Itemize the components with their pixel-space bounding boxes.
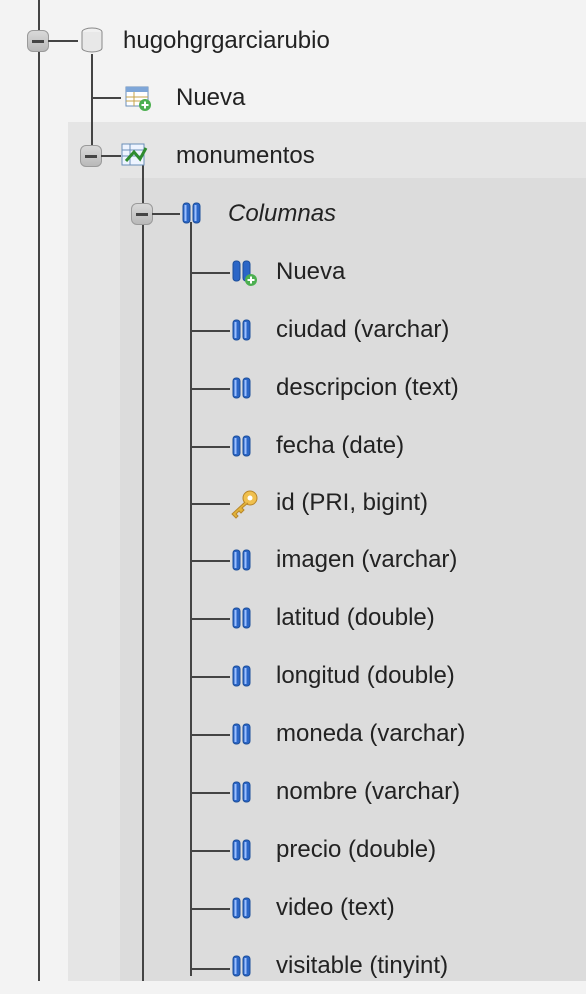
column-label: id (PRI, bigint)	[276, 489, 429, 516]
column-label: fecha (date)	[276, 432, 405, 459]
column-label: latitud (double)	[276, 604, 435, 631]
column-label: precio (double)	[276, 836, 437, 863]
tree-line-col-11	[190, 908, 230, 910]
new-table-label: Nueva	[176, 84, 246, 111]
tree-item-column-nombre[interactable]: nombre (varchar)	[276, 764, 586, 820]
tree-line-columns	[190, 222, 192, 976]
tree-item-column-fecha[interactable]: fecha (date)	[276, 418, 586, 474]
tree-line-root	[38, 0, 40, 981]
column-icon	[230, 721, 256, 749]
tree-line-col-5	[190, 560, 230, 562]
column-icon	[230, 547, 256, 575]
column-icon	[230, 433, 256, 461]
collapse-table-toggle[interactable]	[80, 145, 102, 167]
column-label: ciudad (varchar)	[276, 316, 450, 343]
columns-icon	[180, 200, 206, 228]
tree-line-col-6	[190, 618, 230, 620]
tree-line-col-10	[190, 850, 230, 852]
tree-item-new-column[interactable]: Nueva	[276, 244, 586, 300]
tree-line-table	[142, 164, 144, 981]
column-icon	[230, 663, 256, 691]
tree-line-columns-h	[152, 213, 180, 215]
column-label: nombre (varchar)	[276, 778, 461, 805]
tree-item-column-precio[interactable]: precio (double)	[276, 822, 586, 878]
new-column-icon	[230, 258, 257, 286]
columns-group-label: Columnas	[228, 200, 337, 227]
column-icon	[230, 837, 256, 865]
column-label: imagen (varchar)	[276, 546, 458, 573]
tree-item-column-id[interactable]: id (PRI, bigint)	[276, 475, 586, 531]
column-icon	[230, 953, 256, 981]
column-label: visitable (tinyint)	[276, 952, 449, 979]
tree-line-col-2	[190, 388, 230, 390]
tree-item-column-video[interactable]: video (text)	[276, 880, 586, 936]
new-column-label: Nueva	[276, 258, 346, 285]
tree-item-new-table[interactable]: Nueva	[176, 70, 586, 126]
tree-item-table[interactable]: monumentos	[176, 128, 586, 184]
tree-item-column-imagen[interactable]: imagen (varchar)	[276, 532, 586, 588]
tree-line-db-h	[48, 40, 78, 42]
tree-item-column-visitable[interactable]: visitable (tinyint)	[276, 938, 586, 994]
tree-line-col-3	[190, 446, 230, 448]
tree-line-col-8	[190, 734, 230, 736]
column-icon	[230, 895, 256, 923]
tree-item-column-ciudad[interactable]: ciudad (varchar)	[276, 302, 586, 358]
column-label: longitud (double)	[276, 662, 455, 689]
tree-item-column-moneda[interactable]: moneda (varchar)	[276, 706, 586, 762]
tree-item-database[interactable]: hugohgrgarciarubio	[123, 13, 586, 69]
key-icon	[226, 488, 258, 519]
column-label: descripcion (text)	[276, 374, 459, 401]
table-icon	[120, 141, 148, 169]
column-icon	[230, 605, 256, 633]
tree-item-column-latitud[interactable]: latitud (double)	[276, 590, 586, 646]
tree-line-db	[91, 54, 93, 146]
tree-line-table-h	[101, 155, 121, 157]
tree-line-col-12	[190, 968, 230, 970]
database-icon	[79, 26, 105, 54]
tree-line-col-9	[190, 792, 230, 794]
table-label: monumentos	[176, 142, 315, 169]
column-label: moneda (varchar)	[276, 720, 466, 747]
tree-line-col-4	[190, 503, 230, 505]
tree-item-column-longitud[interactable]: longitud (double)	[276, 648, 586, 704]
database-label: hugohgrgarciarubio	[123, 27, 330, 54]
column-icon	[230, 779, 256, 807]
tree-line-col-7	[190, 676, 230, 678]
collapse-database-toggle[interactable]	[27, 30, 49, 52]
tree-line-db-new	[91, 97, 121, 99]
collapse-columns-toggle[interactable]	[131, 203, 153, 225]
column-label: video (text)	[276, 894, 395, 921]
tree-item-columns-group[interactable]: Columnas	[228, 186, 586, 242]
tree-line-col-0	[190, 272, 230, 274]
column-icon	[230, 375, 256, 403]
column-icon	[230, 317, 256, 345]
tree-item-column-descripcion[interactable]: descripcion (text)	[276, 360, 586, 416]
tree-line-col-1	[190, 330, 230, 332]
new-table-icon	[124, 84, 151, 112]
